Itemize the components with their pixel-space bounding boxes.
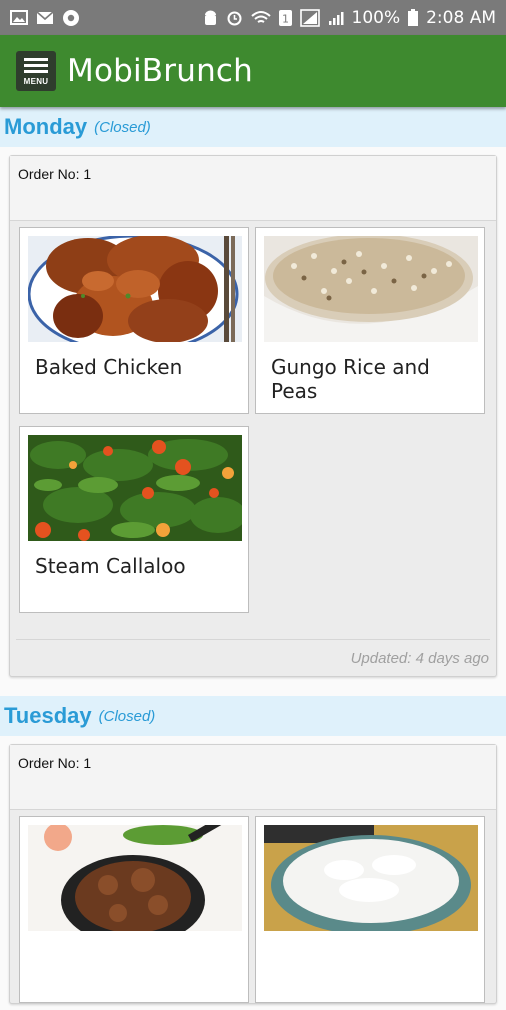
order-card: Order No: 1 — [9, 744, 497, 1004]
food-item[interactable] — [19, 816, 249, 1003]
day-status: (Closed) — [98, 707, 156, 725]
status-notifications — [10, 9, 80, 27]
food-item-baked-chicken[interactable]: Baked Chicken — [19, 227, 249, 414]
food-image-gungo-rice-and-peas — [264, 236, 478, 342]
menu-label: MENU — [23, 77, 49, 86]
clock: 2:08 AM — [426, 7, 496, 28]
order-items: Baked Chicken Gungo Rice and Peas Steam … — [10, 221, 496, 613]
food-name: Gungo Rice and Peas — [271, 355, 430, 403]
battery-percent: 100% — [351, 7, 401, 28]
gallery-icon — [10, 10, 28, 25]
food-item-steam-callaloo[interactable]: Steam Callaloo — [19, 426, 249, 613]
order-card: Order No: 1 — [9, 155, 497, 677]
food-image — [264, 825, 478, 931]
android-icon — [203, 10, 218, 26]
battery-icon — [408, 9, 419, 26]
signal-icon — [328, 10, 344, 26]
browser-icon — [62, 9, 80, 27]
order-number: Order No: 1 — [10, 156, 496, 221]
app-bar: MENU MobiBrunch — [0, 35, 506, 107]
day-status: (Closed) — [94, 118, 151, 136]
food-image — [28, 825, 242, 931]
day-header-monday: Monday (Closed) — [0, 107, 506, 147]
sim-icon: 1 — [278, 9, 292, 26]
wifi-icon — [250, 10, 271, 26]
svg-text:1: 1 — [282, 12, 289, 25]
section-gap — [0, 683, 506, 696]
status-bar: 1 100% 2:08 AM — [0, 0, 506, 35]
menu-list: Monday (Closed) Order No: 1 Baked Chicke… — [0, 107, 506, 1010]
day-body-monday: Order No: 1 Baked Chicken Gungo Rice and… — [0, 147, 506, 683]
order-items — [10, 810, 496, 1003]
signal-box-icon — [299, 8, 320, 27]
hamburger-icon — [24, 58, 48, 61]
day-body-tuesday: Order No: 1 — [0, 736, 506, 1010]
alarm-icon — [226, 9, 243, 26]
menu-button[interactable]: MENU — [16, 51, 56, 91]
day-header-tuesday: Tuesday (Closed) — [0, 696, 506, 736]
food-name: Steam Callaloo — [35, 554, 186, 578]
food-name: Baked Chicken — [35, 355, 183, 379]
food-item-gungo-rice-and-peas[interactable]: Gungo Rice and Peas — [255, 227, 485, 414]
food-image-steam-callaloo — [28, 435, 242, 541]
updated-timestamp: Updated: 4 days ago — [16, 639, 490, 676]
app-title: MobiBrunch — [67, 53, 254, 89]
food-image-baked-chicken — [28, 236, 242, 342]
food-item[interactable] — [255, 816, 485, 1003]
day-name: Tuesday — [4, 703, 92, 728]
status-system: 1 100% 2:08 AM — [203, 7, 496, 28]
mail-icon — [36, 10, 54, 25]
day-name: Monday — [4, 114, 88, 139]
order-number: Order No: 1 — [10, 745, 496, 810]
